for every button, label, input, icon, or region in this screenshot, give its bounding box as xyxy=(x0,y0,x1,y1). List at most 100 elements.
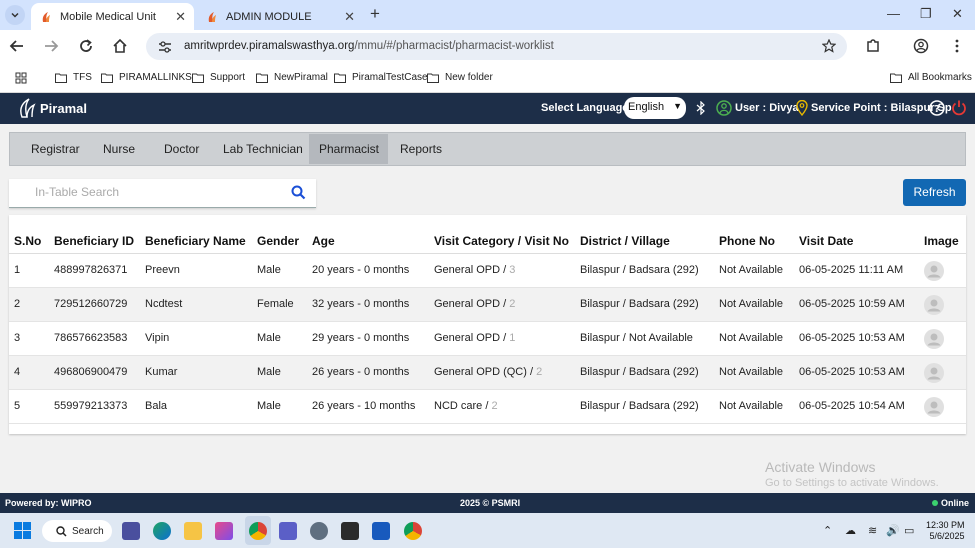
taskbar-clock[interactable]: 12:30 PM 5/6/2025 xyxy=(926,520,965,542)
tab-reports[interactable]: Reports xyxy=(390,134,452,164)
bookmark-support[interactable]: Support xyxy=(192,72,245,83)
folder-icon xyxy=(256,73,268,83)
col-header-image[interactable]: Image xyxy=(924,234,959,248)
tab-search-button[interactable] xyxy=(5,5,25,25)
col-header-sno[interactable]: S.No xyxy=(14,234,41,248)
help-icon[interactable]: ? xyxy=(929,100,945,116)
clock-time: 12:30 PM xyxy=(926,520,965,530)
cell-phone: Not Available xyxy=(719,400,784,412)
reload-button[interactable] xyxy=(77,37,95,55)
terminal-icon[interactable] xyxy=(341,522,359,540)
cell-beneficiary-id: 488997826371 xyxy=(54,264,128,276)
profile-button[interactable] xyxy=(912,37,930,55)
col-header-beneficiary-id[interactable]: Beneficiary ID xyxy=(54,234,134,248)
bookmark-newpiramal[interactable]: NewPiramal xyxy=(256,72,328,83)
tab-nurse[interactable]: Nurse xyxy=(93,134,145,164)
language-label: Select Language: xyxy=(541,102,633,114)
col-header-visit-date[interactable]: Visit Date xyxy=(799,234,853,248)
reload-icon xyxy=(80,39,92,52)
table-row[interactable]: 2 729512660729 Ncdtest Female 32 years -… xyxy=(9,288,966,322)
bookmark-piramaltestcase[interactable]: PiramalTestCase xyxy=(334,72,428,83)
col-header-visit-category[interactable]: Visit Category / Visit No xyxy=(434,234,569,248)
task-view-icon[interactable] xyxy=(122,522,140,540)
cell-sno: 3 xyxy=(14,332,21,344)
forward-button[interactable] xyxy=(42,37,60,55)
table-row[interactable]: 5 559979213373 Bala Male 26 years - 10 m… xyxy=(9,390,966,424)
apps-grid-icon[interactable] xyxy=(15,72,27,84)
volume-icon[interactable]: 🔊 xyxy=(886,524,900,537)
tab-lab-technician[interactable]: Lab Technician xyxy=(213,134,313,164)
cloud-icon[interactable]: ☁ xyxy=(845,524,856,537)
table-row[interactable]: 1 488997826371 Preevn Male 20 years - 0 … xyxy=(9,254,966,288)
file-explorer-icon[interactable] xyxy=(184,522,202,540)
search-icon[interactable] xyxy=(291,185,306,200)
new-tab-button[interactable]: + xyxy=(370,4,380,24)
address-bar[interactable]: amritwprdev.piramalswasthya.org/mmu/#/ph… xyxy=(146,33,847,60)
avatar-icon[interactable] xyxy=(924,261,944,281)
col-header-district-village[interactable]: District / Village xyxy=(580,234,670,248)
folder-icon xyxy=(55,73,67,83)
wifi-icon[interactable]: ≋ xyxy=(868,524,877,537)
cell-gender: Male xyxy=(257,400,281,412)
col-header-gender[interactable]: Gender xyxy=(257,234,299,248)
browser-tab-admin[interactable]: ADMIN MODULE ✕ xyxy=(197,3,363,30)
back-button[interactable] xyxy=(8,37,26,55)
chevron-up-icon[interactable]: ⌃ xyxy=(823,524,832,537)
avatar-icon[interactable] xyxy=(924,329,944,349)
windows-start-icon[interactable] xyxy=(14,522,31,539)
chrome-icon[interactable] xyxy=(249,522,267,540)
bluetooth-icon[interactable] xyxy=(696,101,706,115)
tab-doctor[interactable]: Doctor xyxy=(154,134,209,164)
settings-icon[interactable] xyxy=(310,522,328,540)
home-button[interactable] xyxy=(111,37,129,55)
site-settings-icon xyxy=(159,41,171,53)
teams-icon[interactable] xyxy=(279,522,297,540)
avatar-icon[interactable] xyxy=(924,363,944,383)
chrome-icon[interactable] xyxy=(404,522,422,540)
word-icon[interactable] xyxy=(372,522,390,540)
tab-registrar[interactable]: Registrar xyxy=(21,134,90,164)
close-tab-icon[interactable]: ✕ xyxy=(344,9,355,25)
language-value: English xyxy=(628,101,665,113)
table-row[interactable]: 3 786576623583 Vipin Male 29 years - 0 m… xyxy=(9,322,966,356)
powered-by: Powered by: WIPRO xyxy=(5,498,92,508)
col-header-age[interactable]: Age xyxy=(312,234,335,248)
tab-pharmacist[interactable]: Pharmacist xyxy=(309,134,388,164)
minimize-button[interactable]: — xyxy=(887,6,900,21)
cell-district-village: Bilaspur / Badsara (292) xyxy=(580,298,699,310)
bookmark-new-folder[interactable]: New folder xyxy=(427,72,493,83)
refresh-button[interactable]: Refresh xyxy=(903,179,966,206)
bookmark-tfs[interactable]: TFS xyxy=(55,72,92,83)
kebab-menu-icon xyxy=(955,39,959,53)
edge-icon[interactable] xyxy=(153,522,171,540)
table-row[interactable]: 4 496806900479 Kumar Male 26 years - 0 m… xyxy=(9,356,966,390)
close-tab-icon[interactable]: ✕ xyxy=(175,9,186,25)
avatar-icon[interactable] xyxy=(924,295,944,315)
extensions-button[interactable] xyxy=(864,37,882,55)
all-bookmarks[interactable]: All Bookmarks xyxy=(890,72,972,83)
cell-visit-category: General OPD / 3 xyxy=(434,264,516,276)
avatar-icon[interactable] xyxy=(924,397,944,417)
close-window-button[interactable]: ✕ xyxy=(952,6,963,22)
cell-beneficiary-name: Bala xyxy=(145,400,168,412)
menu-button[interactable] xyxy=(948,37,966,55)
cell-phone: Not Available xyxy=(719,366,784,378)
search-icon xyxy=(56,525,67,537)
col-header-phone[interactable]: Phone No xyxy=(719,234,775,248)
cell-visit-category: General OPD (QC) / 2 xyxy=(434,366,543,378)
search-input[interactable] xyxy=(35,185,285,199)
cell-district-village: Bilaspur / Badsara (292) xyxy=(580,264,699,276)
language-select[interactable]: English ▼ xyxy=(624,97,686,119)
cell-age: 32 years - 0 months xyxy=(312,298,410,310)
bookmark-piramallinks[interactable]: PIRAMALLINKS xyxy=(101,72,192,83)
star-icon[interactable] xyxy=(822,39,836,53)
col-header-beneficiary-name[interactable]: Beneficiary Name xyxy=(145,234,246,248)
copilot-icon[interactable] xyxy=(215,522,233,540)
app-header: Piramal Select Language: English ▼ User … xyxy=(0,93,975,124)
taskbar-search[interactable]: Search xyxy=(42,520,112,542)
cell-beneficiary-id: 729512660729 xyxy=(54,298,128,310)
power-logout-icon[interactable] xyxy=(951,99,967,116)
battery-icon[interactable]: ▭ xyxy=(904,524,914,537)
browser-tab-mmu[interactable]: Mobile Medical Unit ✕ xyxy=(31,3,194,30)
restore-button[interactable]: ❐ xyxy=(920,6,932,22)
